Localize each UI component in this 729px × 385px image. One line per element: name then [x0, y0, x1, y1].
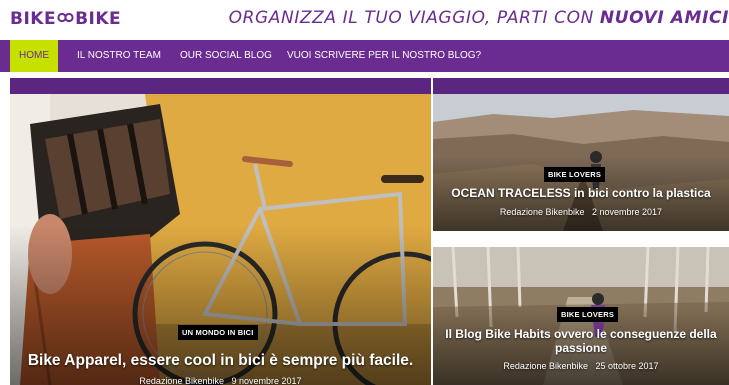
site-tagline: ORGANIZZA IL TUO VIAGGIO, PARTI CON NUOV… — [229, 8, 729, 28]
post-card-ocean-traceless[interactable]: BIKE LOVERS OCEAN TRACELESS in bici cont… — [433, 94, 729, 231]
post-title[interactable]: Bike Apparel, essere cool in bici è semp… — [18, 352, 423, 370]
post-category-badge[interactable]: BIKE LOVERS — [544, 167, 606, 182]
post-category-badge[interactable]: UN MONDO IN BICI — [178, 325, 258, 340]
bike-chain-icon — [57, 9, 74, 29]
tagline-highlight: NUOVI AMICI — [599, 8, 729, 28]
post-author[interactable]: Redazione Bikenbike — [500, 207, 585, 217]
logo-text-left: BIKE — [10, 9, 57, 29]
nav-item-team[interactable]: IL NOSTRO TEAM — [77, 40, 161, 72]
tagline-text: ORGANIZZA IL TUO VIAGGIO, PARTI CON — [228, 8, 600, 28]
site-logo[interactable]: BIKE BIKE — [10, 9, 121, 29]
post-meta: Redazione Bikenbike 2 novembre 2017 — [433, 207, 729, 217]
post-date: 9 novembre 2017 — [231, 376, 302, 385]
main-nav: HOME IL NOSTRO TEAM OUR SOCIAL BLOG VUOI… — [0, 40, 729, 72]
post-meta: Redazione Bikenbike 9 novembre 2017 — [10, 376, 431, 385]
site-header: BIKE BIKE ORGANIZZA IL TUO VIAGGIO, PARTI… — [0, 0, 729, 40]
post-date: 25 ottobre 2017 — [595, 361, 659, 371]
post-title[interactable]: Il Blog Bike Habits ovvero le conseguenz… — [443, 327, 719, 355]
post-author[interactable]: Redazione Bikenbike — [139, 376, 224, 385]
post-meta: Redazione Bikenbike 25 ottobre 2017 — [433, 361, 729, 371]
featured-post-card[interactable]: UN MONDO IN BICI Bike Apparel, essere co… — [10, 94, 431, 385]
post-category-badge[interactable]: BIKE LOVERS — [557, 307, 619, 322]
post-author[interactable]: Redazione Bikenbike — [503, 361, 588, 371]
nav-item-social-blog[interactable]: OUR SOCIAL BLOG — [180, 40, 272, 72]
nav-item-home[interactable]: HOME — [10, 40, 58, 72]
post-date: 2 novembre 2017 — [592, 207, 663, 217]
post-card-bike-habits[interactable]: BIKE LOVERS Il Blog Bike Habits ovvero l… — [433, 247, 729, 385]
logo-text-right: BIKE — [75, 9, 122, 29]
post-title[interactable]: OCEAN TRACELESS in bici contro la plasti… — [439, 186, 723, 200]
nav-item-write-for-blog[interactable]: VUOI SCRIVERE PER IL NOSTRO BLOG? — [287, 40, 481, 72]
